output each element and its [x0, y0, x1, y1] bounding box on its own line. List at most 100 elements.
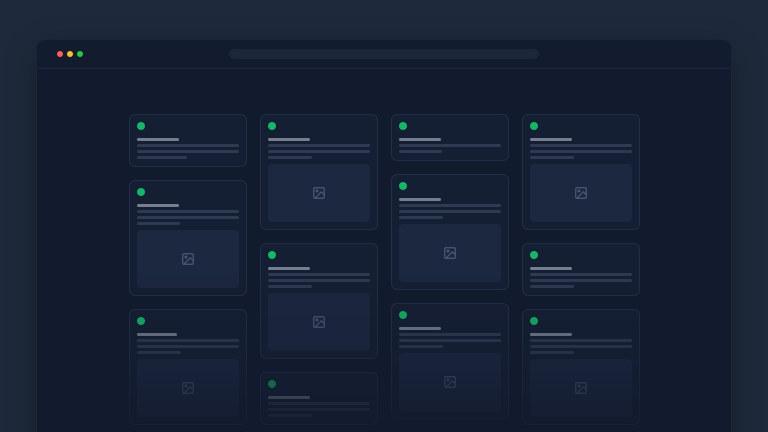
skeleton-title-line [530, 333, 572, 336]
feed-card[interactable] [522, 114, 640, 230]
skeleton-body-line [399, 333, 501, 336]
feed-card[interactable] [129, 309, 247, 425]
image-placeholder [137, 359, 239, 417]
skeleton-title-line [137, 333, 177, 336]
skeleton-body-line [137, 345, 239, 348]
image-placeholder [530, 359, 632, 417]
desktop-background [0, 0, 768, 432]
skeleton-body-line [530, 285, 574, 288]
address-bar[interactable] [229, 49, 539, 59]
image-icon [181, 381, 195, 395]
skeleton-body-line [399, 216, 443, 219]
feed-card[interactable] [260, 114, 378, 230]
skeleton-title-line [137, 138, 179, 141]
feed-card[interactable] [129, 114, 247, 167]
skeleton-body-line [399, 210, 501, 213]
image-placeholder [268, 164, 370, 222]
traffic-lights [37, 51, 83, 57]
skeleton-body-line [530, 273, 632, 276]
feed-card[interactable] [391, 174, 509, 290]
skeleton-body-line [268, 150, 370, 153]
image-icon [574, 186, 588, 200]
feed-card[interactable] [522, 309, 640, 425]
status-dot [399, 182, 407, 190]
skeleton-body-line [530, 150, 632, 153]
image-placeholder [137, 230, 239, 288]
skeleton-body-line [268, 402, 370, 405]
skeleton-body-line [137, 339, 239, 342]
status-dot [268, 122, 276, 130]
skeleton-body-line [137, 156, 187, 159]
skeleton-title-line [530, 267, 572, 270]
feed-card[interactable] [522, 243, 640, 296]
skeleton-title-line [268, 267, 310, 270]
skeleton-body-line [137, 351, 181, 354]
status-dot [530, 122, 538, 130]
skeleton-body-line [530, 345, 632, 348]
feed-grid [37, 69, 731, 425]
status-dot [399, 311, 407, 319]
feed-column-3 [391, 114, 509, 425]
skeleton-body-line [399, 339, 501, 342]
image-icon [181, 252, 195, 266]
skeleton-title-line [399, 138, 441, 141]
image-icon [443, 375, 457, 389]
skeleton-body-line [399, 345, 443, 348]
skeleton-body-line [399, 150, 442, 153]
status-dot [268, 380, 276, 388]
feed-column-2 [260, 114, 378, 425]
browser-window [36, 39, 732, 432]
feed-card[interactable] [129, 180, 247, 296]
status-dot [399, 122, 407, 130]
skeleton-body-line [268, 408, 370, 411]
skeleton-body-line [530, 144, 632, 147]
status-dot [137, 317, 145, 325]
status-dot [137, 188, 145, 196]
skeleton-title-line [268, 138, 310, 141]
skeleton-body-line [530, 351, 574, 354]
skeleton-body-line [137, 150, 239, 153]
skeleton-body-line [137, 222, 180, 225]
image-placeholder [399, 224, 501, 282]
skeleton-title-line [399, 198, 441, 201]
status-dot [530, 251, 538, 259]
image-placeholder [268, 293, 370, 351]
image-icon [312, 186, 326, 200]
skeleton-body-line [530, 156, 574, 159]
image-icon [312, 315, 326, 329]
skeleton-body-line [137, 216, 239, 219]
skeleton-body-line [137, 144, 239, 147]
feed-column-4 [522, 114, 640, 425]
skeleton-body-line [268, 285, 312, 288]
image-icon [574, 381, 588, 395]
feed-card[interactable] [391, 303, 509, 419]
traffic-light-zoom-button[interactable] [77, 51, 83, 57]
skeleton-body-line [399, 144, 501, 147]
skeleton-body-line [530, 339, 632, 342]
feed-card[interactable] [260, 372, 378, 425]
skeleton-body-line [268, 273, 370, 276]
status-dot [530, 317, 538, 325]
skeleton-body-line [268, 156, 312, 159]
skeleton-title-line [268, 396, 310, 399]
image-placeholder [399, 353, 501, 411]
skeleton-body-line [530, 279, 632, 282]
skeleton-body-line [137, 210, 239, 213]
skeleton-body-line [268, 414, 312, 417]
traffic-light-minimize-button[interactable] [67, 51, 73, 57]
feed-card[interactable] [260, 243, 378, 359]
skeleton-title-line [399, 327, 441, 330]
status-dot [268, 251, 276, 259]
skeleton-body-line [268, 144, 370, 147]
skeleton-title-line [530, 138, 572, 141]
image-icon [443, 246, 457, 260]
status-dot [137, 122, 145, 130]
skeleton-body-line [268, 279, 370, 282]
skeleton-body-line [399, 204, 501, 207]
feed-column-1 [129, 114, 247, 425]
skeleton-title-line [137, 204, 179, 207]
window-titlebar [37, 40, 731, 69]
traffic-light-close-button[interactable] [57, 51, 63, 57]
feed-card[interactable] [391, 114, 509, 161]
image-placeholder [530, 164, 632, 222]
